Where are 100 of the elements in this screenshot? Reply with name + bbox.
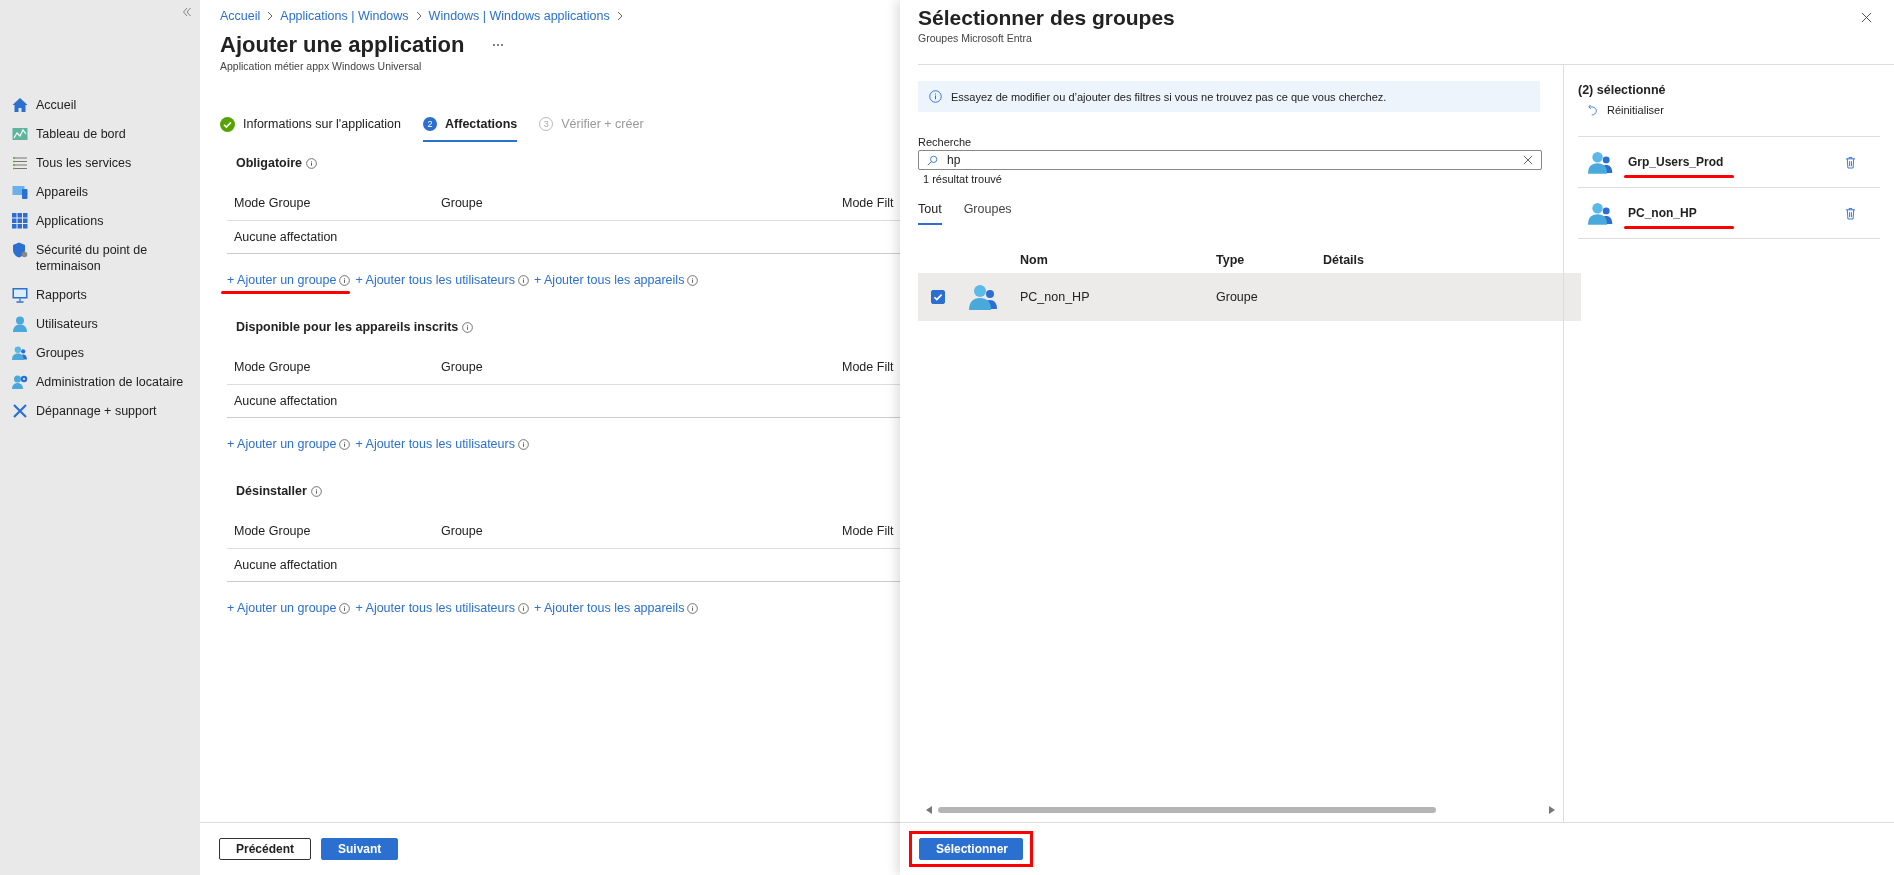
nav-item[interactable]: Applications	[0, 206, 200, 235]
undo-icon	[1588, 104, 1598, 116]
table-cell-text: Aucune affectation	[233, 558, 339, 572]
user-gear-icon	[12, 373, 28, 390]
dashboard-icon	[12, 125, 28, 142]
scroll-left-icon[interactable]	[926, 806, 932, 814]
group-icon	[969, 284, 999, 310]
group-icon	[1588, 201, 1614, 225]
group-name: PC_non_HP	[1020, 290, 1091, 304]
add-link[interactable]: + Ajouter tous les utilisateurs	[355, 437, 515, 451]
info-icon	[517, 602, 529, 614]
check-circle-icon	[220, 116, 235, 132]
breadcrumb-link[interactable]: Accueil	[220, 9, 261, 23]
wizard-step[interactable]: 2 Affectations	[423, 108, 518, 142]
column-header: Groupe	[440, 196, 484, 212]
column-header: Détails	[1323, 253, 1365, 267]
collapse-icon[interactable]	[182, 7, 192, 17]
panel-title: Sélectionner des groupes	[918, 5, 1175, 31]
column-header: Mode Groupe	[233, 360, 312, 376]
chevron-icon	[415, 11, 422, 21]
home-icon	[12, 96, 28, 113]
table-cell-text: Aucune affectation	[233, 230, 339, 244]
add-link[interactable]: + Ajouter tous les appareils	[533, 273, 685, 287]
search-icon	[927, 154, 938, 166]
more-icon[interactable]	[492, 43, 505, 47]
wizard-button[interactable]: Précédent	[219, 838, 311, 860]
apps-grid-icon	[12, 212, 28, 229]
breadcrumb-link[interactable]: Applications | Windows	[280, 9, 409, 23]
info-icon	[687, 602, 699, 614]
column-header: Groupe	[440, 360, 484, 376]
column-header: Groupe	[440, 524, 484, 540]
column-header: Mode Filt	[842, 360, 895, 376]
column-header: Mode Groupe	[233, 196, 312, 212]
info-icon	[462, 321, 474, 333]
shield-icon	[12, 241, 28, 258]
nav-item[interactable]: Appareils	[0, 177, 200, 206]
trash-icon[interactable]	[1845, 155, 1856, 169]
section-title: Disponible pour les appareils inscrits	[236, 320, 459, 334]
selected-group: Grp_Users_Prod	[1628, 155, 1724, 169]
list-icon	[12, 154, 28, 171]
wizard-button[interactable]: Suivant	[321, 838, 398, 860]
scroll-right-icon[interactable]	[1549, 806, 1555, 814]
breadcrumb-link[interactable]: Windows | Windows applications	[428, 9, 610, 23]
nav-item[interactable]: Tous les services	[0, 148, 200, 177]
user-icon	[12, 315, 28, 332]
nav-item[interactable]: Accueil	[0, 90, 200, 119]
column-header: Mode Filt	[842, 524, 895, 540]
nav-item[interactable]: Groupes	[0, 338, 200, 367]
page-subtitle: Application métier appx Windows Universal	[220, 60, 423, 72]
search-label: Recherche	[918, 136, 973, 148]
add-link[interactable]: + Ajouter un groupe	[227, 437, 337, 451]
close-icon[interactable]	[1861, 12, 1872, 23]
search-field[interactable]: hp	[918, 150, 1542, 170]
selected-group: PC_non_HP	[1628, 206, 1697, 220]
info-icon	[339, 602, 351, 614]
info-message: Essayez de modifier ou d’ajouter des filtres si vous ne trouvez pas ce que vous cherchez.	[951, 90, 1387, 103]
info-icon	[929, 90, 942, 103]
column-header: Mode Filt	[842, 196, 895, 212]
result-row[interactable]: PC_non_HP Groupe	[918, 273, 1581, 321]
group-type: Groupe	[1216, 290, 1259, 304]
info-icon	[310, 485, 322, 497]
info-icon	[306, 157, 317, 169]
result-count: 1 résultat trouvé	[923, 173, 1003, 185]
row-checkbox[interactable]	[931, 290, 945, 304]
page-title: Ajouter une application	[220, 31, 465, 59]
select-button[interactable]: Sélectionner	[919, 838, 1023, 860]
column-header: Mode Groupe	[233, 524, 312, 540]
add-link[interactable]: + Ajouter tous les utilisateurs	[355, 273, 515, 287]
nav-item[interactable]: Sécurité du point de terminaison	[0, 235, 200, 280]
table-cell-text: Aucune affectation	[233, 394, 339, 408]
info-icon	[687, 274, 699, 286]
chevron-icon	[267, 11, 274, 21]
chevron-icon	[616, 11, 623, 21]
nav-item[interactable]: Tableau de bord	[0, 119, 200, 148]
section-title: Désinstaller	[236, 484, 307, 498]
info-icon	[339, 274, 351, 286]
group-icon	[1588, 150, 1614, 174]
horizontal-scrollbar[interactable]	[926, 803, 1555, 817]
column-header: Nom	[1020, 253, 1049, 267]
clear-icon[interactable]	[1523, 155, 1533, 165]
add-link[interactable]: + Ajouter tous les utilisateurs	[355, 601, 515, 615]
filter-tab[interactable]: Tout	[918, 197, 942, 225]
panel-subtitle: Groupes Microsoft Entra	[918, 32, 1033, 44]
info-icon	[517, 274, 529, 286]
add-link[interactable]: + Ajouter un groupe	[227, 601, 337, 615]
add-link[interactable]: + Ajouter un groupe	[227, 273, 337, 287]
section-title: Obligatoire	[236, 156, 302, 170]
filter-tab[interactable]: Groupes	[963, 197, 1012, 225]
add-link[interactable]: + Ajouter tous les appareils	[533, 601, 685, 615]
info-icon	[517, 438, 529, 450]
nav-item[interactable]: Rapports	[0, 280, 200, 309]
column-header: Type	[1216, 253, 1246, 267]
nav-item[interactable]: Administration de locataire	[0, 367, 200, 396]
wizard-step[interactable]: Informations sur l'application	[220, 108, 402, 142]
nav-item[interactable]: Dépannage + support	[0, 396, 200, 425]
group-icon	[12, 344, 28, 361]
devices-icon	[12, 183, 28, 200]
trash-icon[interactable]	[1845, 206, 1856, 220]
nav-item[interactable]: Utilisateurs	[0, 309, 200, 338]
reset-button[interactable]: Réinitialiser	[1588, 104, 1664, 116]
